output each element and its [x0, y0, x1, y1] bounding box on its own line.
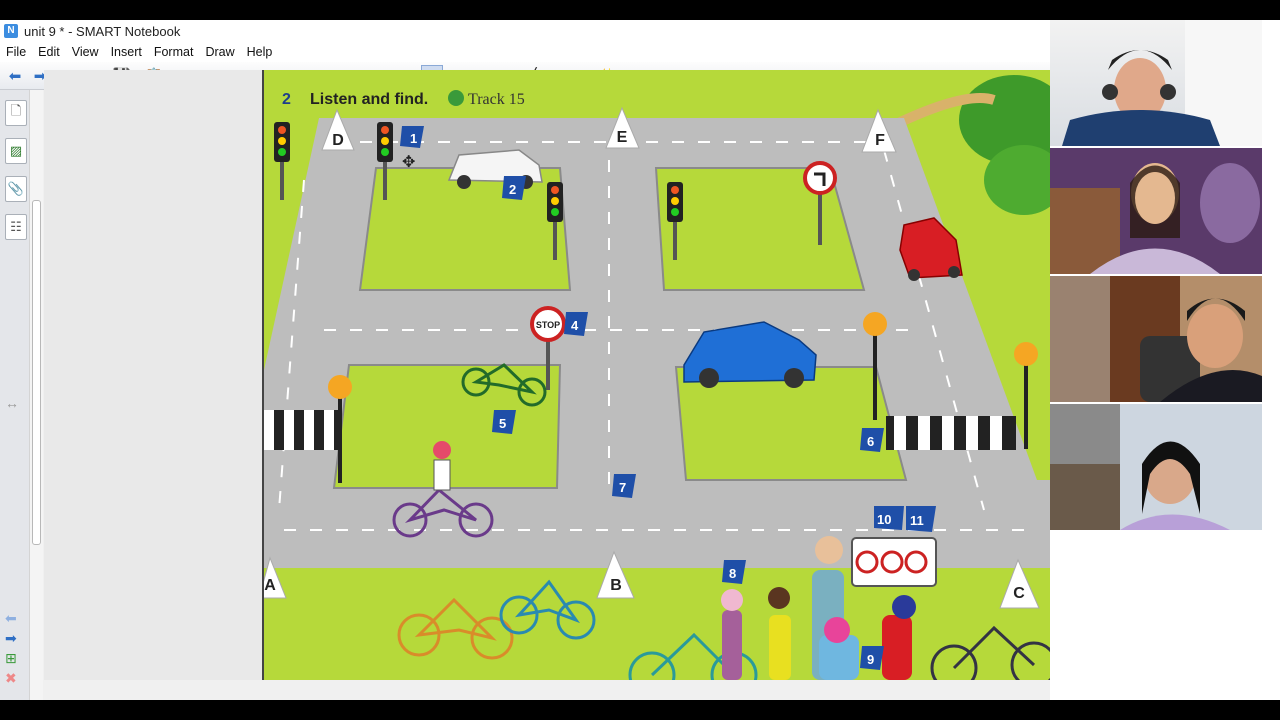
svg-text:4: 4: [571, 318, 579, 333]
menu-draw[interactable]: Draw: [199, 45, 240, 59]
delete-icon[interactable]: ✖: [5, 670, 17, 687]
audio-track-icon: [448, 90, 464, 106]
number-label-7: 7: [612, 474, 636, 498]
number-label-8: 8: [722, 560, 746, 584]
bottom-black-bar: [0, 700, 1280, 720]
attachments-icon[interactable]: 📎: [5, 176, 27, 202]
participant-4-video[interactable]: [1050, 404, 1262, 530]
number-label-11: 11: [906, 506, 936, 532]
svg-text:D: D: [332, 132, 344, 149]
window-title: unit 9 * - SMART Notebook: [24, 23, 181, 39]
exercise-instruction: Listen and find.: [310, 91, 428, 108]
properties-icon[interactable]: ☷: [5, 214, 27, 240]
forward-icon[interactable]: ➡: [5, 630, 17, 647]
title-bar: N unit 9 * - SMART Notebook: [0, 20, 1050, 42]
svg-text:6: 6: [867, 434, 874, 449]
resize-handle-icon[interactable]: ↔: [5, 395, 19, 411]
menu-file[interactable]: File: [0, 45, 32, 59]
scrollbar-thumb[interactable]: [32, 200, 41, 545]
number-label-1: 1: [400, 126, 424, 148]
add-page-icon[interactable]: ⊞: [5, 650, 17, 667]
top-black-bar: [0, 0, 1280, 20]
gallery-icon[interactable]: ▨: [5, 138, 27, 164]
number-label-5: 5: [492, 410, 516, 434]
number-label-10: 10: [874, 506, 904, 530]
participant-1-video[interactable]: [1050, 20, 1262, 146]
number-label-6: 6: [860, 428, 884, 452]
vertical-scrollbar[interactable]: [29, 90, 43, 700]
road-map-illustration[interactable]: STOP D E F A B C 1 2 4 5 6 7 8 9 10 11 2…: [264, 70, 1050, 680]
menu-view[interactable]: View: [66, 45, 105, 59]
menu-bar: File Edit View Insert Format Draw Help: [0, 42, 1050, 62]
menu-help[interactable]: Help: [241, 45, 279, 59]
svg-text:B: B: [610, 577, 622, 594]
menu-insert[interactable]: Insert: [105, 45, 148, 59]
menu-format[interactable]: Format: [148, 45, 200, 59]
back-icon[interactable]: ⬅: [5, 610, 17, 627]
smart-notebook-icon: N: [4, 24, 18, 38]
number-label-4: 4: [564, 312, 588, 336]
svg-text:A: A: [264, 577, 276, 594]
svg-text:5: 5: [499, 416, 506, 431]
stop-sign-text: STOP: [536, 320, 560, 330]
back-icon[interactable]: ⬅: [4, 65, 26, 87]
svg-text:E: E: [617, 129, 628, 146]
move-cursor-icon: ✥: [402, 154, 415, 171]
menu-edit[interactable]: Edit: [32, 45, 66, 59]
side-tab-bar: 🗋 ▨ 📎 ☷ ↔ ⬅ ➡ ⊞ ✖: [0, 90, 43, 700]
video-panel-scroll-area: [1264, 20, 1280, 530]
video-call-panel: [1050, 20, 1280, 700]
participant-3-video[interactable]: [1050, 276, 1262, 402]
svg-text:8: 8: [729, 566, 736, 581]
svg-text:C: C: [1013, 585, 1025, 602]
svg-text:F: F: [875, 132, 885, 149]
svg-text:2: 2: [509, 182, 516, 197]
svg-text:9: 9: [867, 652, 874, 667]
svg-text:1: 1: [410, 131, 417, 146]
svg-text:11: 11: [910, 513, 924, 528]
svg-text:7: 7: [619, 480, 626, 495]
participant-2-video[interactable]: [1050, 148, 1262, 274]
svg-text:10: 10: [877, 512, 891, 527]
number-label-2: 2: [502, 176, 526, 200]
page-sorter-icon[interactable]: 🗋: [5, 100, 27, 126]
number-label-9: 9: [860, 646, 884, 670]
track-label: Track 15: [468, 91, 525, 108]
exercise-number: 2: [282, 91, 291, 108]
